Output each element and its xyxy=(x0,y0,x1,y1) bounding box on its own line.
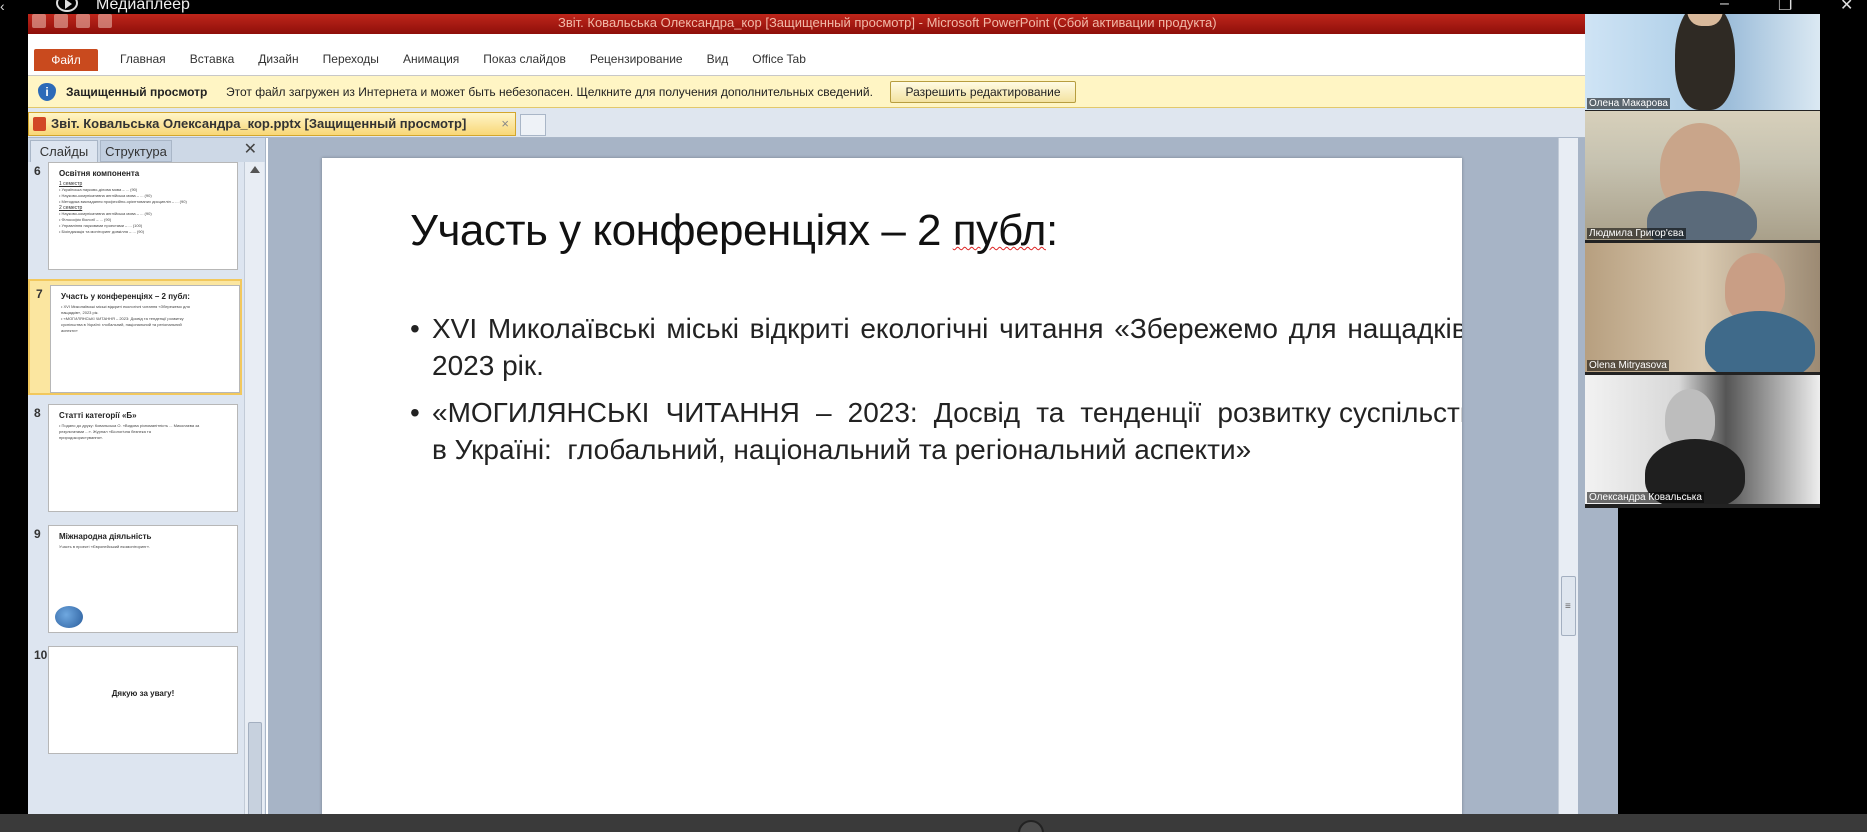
ppt-window-title: Звіт. Ковальська Олександра_кор [Защищен… xyxy=(558,15,1217,30)
ribbon-tab[interactable]: Office Tab xyxy=(740,52,818,66)
media-player-icon xyxy=(56,0,78,12)
participant-video[interactable]: Олександра Ковальська xyxy=(1585,375,1820,504)
slide-title-misspelled: публ xyxy=(952,206,1047,255)
ppt-app-icon xyxy=(32,14,46,28)
slide-thumbnail[interactable]: Участь у конференціях – 2 публ: • XVI Мик… xyxy=(50,285,240,393)
participant-figure xyxy=(1705,311,1815,372)
tab-file[interactable]: Файл xyxy=(34,49,98,71)
globe-logo-icon xyxy=(55,606,83,628)
slide-number: 10 xyxy=(34,648,48,662)
thumbnail-title: Статті категорії «Б» xyxy=(59,411,137,420)
panel-scrollbar[interactable] xyxy=(244,162,264,832)
panel-tabs: Слайды Структура ✕ xyxy=(28,138,265,162)
slide-thumbnail-row[interactable]: 10 Дякую за увагу! xyxy=(28,642,242,758)
slide-bullet: XVI Миколаївські міські відкриті екологі… xyxy=(410,310,1462,384)
panel-scroll-thumb[interactable] xyxy=(248,722,262,822)
protected-view-message[interactable]: Этот файл загружен из Интернета и может … xyxy=(226,85,873,99)
slide-thumbnail-row[interactable]: 9 Міжнародна діяльність Участь в проекті «… xyxy=(28,521,242,637)
participant-name: Olena Mitryasova xyxy=(1587,360,1669,371)
back-icon[interactable]: ‹ xyxy=(0,0,5,14)
slide-scroll-thumb[interactable]: ≡ xyxy=(1561,576,1576,636)
ribbon-tab[interactable]: Дизайн xyxy=(246,52,310,66)
ribbon-tab[interactable]: Рецензирование xyxy=(578,52,695,66)
slide-thumbnail-row[interactable]: 7 Участь у конференціях – 2 публ: • XVI Ми… xyxy=(28,279,242,395)
right-black-border xyxy=(1820,0,1867,832)
redo-icon[interactable] xyxy=(98,14,112,28)
participant-video[interactable]: Olena Mitryasova xyxy=(1585,243,1820,372)
close-tab-icon[interactable]: × xyxy=(501,113,509,135)
ribbon: Файл Главная Вставка Дизайн Переходы Анимаци… xyxy=(28,34,1618,76)
slide-edit-area: Участь у конференціях – 2 публ: XVI Мико… xyxy=(268,138,1618,832)
ribbon-tabs: Главная Вставка Дизайн Переходы Анимация Пока… xyxy=(108,52,818,66)
ribbon-tab[interactable]: Переходы xyxy=(311,52,391,66)
ribbon-tab[interactable]: Главная xyxy=(108,52,178,66)
slide-scrollbar[interactable]: ≡ xyxy=(1558,138,1578,832)
slide-title-main: Участь у конференціях – 2 xyxy=(410,206,953,255)
slide-thumbnails: 6 Освітня компонента 1 семестр • Українська… xyxy=(28,162,242,832)
tab-document[interactable]: Звіт. Ковальська Олександра_кор.pptx [За… xyxy=(28,112,516,136)
powerpoint-window: Звіт. Ковальська Олександра_кор [Защищен… xyxy=(28,10,1618,832)
slide-number: 9 xyxy=(34,527,41,541)
quick-access-toolbar xyxy=(32,14,112,28)
scroll-up-icon[interactable] xyxy=(250,166,260,173)
new-tab-button[interactable] xyxy=(520,114,546,136)
save-icon[interactable] xyxy=(54,14,68,28)
player-control-bar xyxy=(0,814,1867,832)
thumbnail-line: • Біоіндикація та моніторинг довкілля – … xyxy=(59,229,145,234)
thumbnail-title: Участь у конференціях – 2 публ: xyxy=(61,292,190,301)
thumbnail-line: аспекти» xyxy=(61,328,78,333)
pptx-file-icon xyxy=(33,117,46,131)
enable-editing-button[interactable]: Разрешить редактирование xyxy=(890,81,1076,103)
participant-video[interactable]: Олена Макарова xyxy=(1585,0,1820,110)
participant-name: Людмила Григор'єва xyxy=(1587,228,1686,239)
slide-thumbnail-row[interactable]: 6 Освітня компонента 1 семестр • Українська… xyxy=(28,162,242,274)
slide-title-end: : xyxy=(1045,206,1058,255)
ribbon-tab[interactable]: Вид xyxy=(695,52,741,66)
ribbon-tab[interactable]: Анимация xyxy=(391,52,471,66)
slide-number: 6 xyxy=(34,164,41,178)
slide-bullets: XVI Миколаївські міські відкриті екологі… xyxy=(410,310,1462,478)
player-control-button[interactable] xyxy=(1018,820,1044,832)
shield-info-icon: i xyxy=(38,83,56,101)
screen: ‹ Медиаплеер – ❐ ✕ Звіт. Ковальська Олек… xyxy=(0,0,1867,832)
thumbnail-title: Міжнародна діяльність xyxy=(59,532,152,541)
grip-icon: ≡ xyxy=(1565,601,1571,612)
slide-number: 8 xyxy=(34,406,41,420)
participant-name: Олена Макарова xyxy=(1587,98,1670,109)
tab-slides[interactable]: Слайды xyxy=(30,140,98,162)
participant-videos: Олена Макарова Людмила Григор'єва Olena … xyxy=(1585,0,1820,508)
media-player-titlebar: ‹ Медиаплеер – ❐ ✕ xyxy=(0,0,1867,14)
protected-view-title: Защищенный просмотр xyxy=(66,85,208,99)
thumbnail-title: Освітня компонента xyxy=(59,169,140,178)
slide-thumbnail[interactable]: Освітня компонента 1 семестр • Українська … xyxy=(48,162,238,270)
close-button[interactable]: ✕ xyxy=(1840,0,1853,15)
slide-bullet: «МОГИЛЯНСЬКІ ЧИТАННЯ – 2023: Досвід та т… xyxy=(410,394,1462,468)
thumbnail-line: природокористування». xyxy=(59,435,104,440)
ribbon-tab[interactable]: Вставка xyxy=(178,52,247,66)
slides-panel: Слайды Структура ✕ 6 Освітня компонента 1 … xyxy=(28,138,266,832)
slide-thumbnail[interactable]: Дякую за увагу! xyxy=(48,646,238,754)
thumbnail-line: Участь в проекті «Європейський екомоніто… xyxy=(59,544,151,549)
slide-number: 7 xyxy=(36,287,43,301)
tab-outline[interactable]: Структура xyxy=(100,140,172,162)
current-slide[interactable]: Участь у конференціях – 2 публ: XVI Мико… xyxy=(322,158,1462,832)
participant-name: Олександра Ковальська xyxy=(1587,492,1704,503)
document-tabs: Звіт. Ковальська Олександра_кор.pptx [За… xyxy=(28,108,1618,138)
document-tab-label: Звіт. Ковальська Олександра_кор.pptx [За… xyxy=(51,116,467,131)
undo-icon[interactable] xyxy=(76,14,90,28)
thumbnail-center-text: Дякую за увагу! xyxy=(111,689,175,698)
panel-close-icon[interactable]: ✕ xyxy=(244,139,257,159)
slide-thumbnail[interactable]: Статті категорії «Б» • Подано до друку: К… xyxy=(48,404,238,512)
media-player-title: Медиаплеер xyxy=(96,0,190,13)
restore-button[interactable]: ❐ xyxy=(1778,0,1792,15)
minimize-button[interactable]: – xyxy=(1720,0,1729,13)
slide-thumbnail-row[interactable]: 8 Статті категорії «Б» • Подано до друку: … xyxy=(28,400,242,516)
protected-view-bar: i Защищенный просмотр Этот файл загружен… xyxy=(28,76,1618,108)
slide-title: Участь у конференціях – 2 публ: xyxy=(410,206,1058,256)
participant-video[interactable]: Людмила Григор'єва xyxy=(1585,111,1820,240)
ribbon-tab[interactable]: Показ слайдов xyxy=(471,52,578,66)
slide-thumbnail[interactable]: Міжнародна діяльність Участь в проекті «Є… xyxy=(48,525,238,633)
